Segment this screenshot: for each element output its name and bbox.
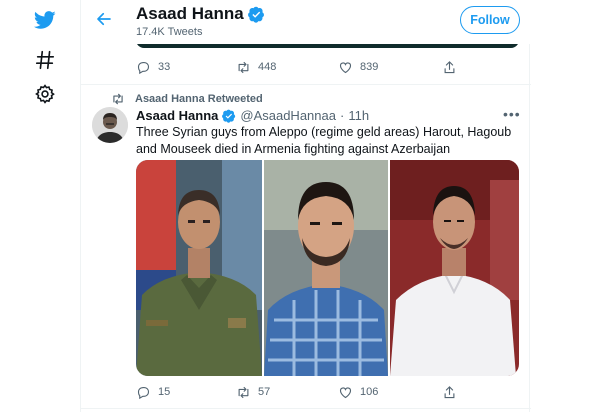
- verified-badge-icon: [247, 6, 264, 23]
- tweet-divider: [81, 408, 531, 409]
- tweet-text: Three Syrian guys from Aleppo (regime ge…: [136, 125, 512, 156]
- separator-dot: ·: [339, 108, 345, 123]
- like-button[interactable]: 839: [338, 59, 442, 75]
- settings-icon[interactable]: [33, 82, 57, 106]
- reply-button[interactable]: 33: [136, 59, 236, 75]
- retweet-icon: [238, 61, 249, 73]
- heart-icon: [339, 386, 352, 398]
- like-count: 839: [360, 61, 379, 73]
- like-count: 106: [360, 386, 379, 398]
- tweet-timestamp[interactable]: 11h: [348, 108, 369, 123]
- reply-icon: [137, 386, 150, 399]
- avatar[interactable]: [92, 107, 128, 143]
- twitter-logo-icon[interactable]: [33, 8, 57, 32]
- tweet-actions: 15 57 106: [136, 384, 466, 400]
- profile-name-text: Asaad Hanna: [136, 4, 244, 23]
- tweet-photo-3[interactable]: [390, 160, 519, 376]
- retweet-context[interactable]: Asaad Hanna Retweeted: [111, 92, 263, 106]
- heart-icon: [339, 61, 352, 73]
- verified-badge-icon: [222, 109, 236, 123]
- author-handle[interactable]: @AsaadHannaa: [240, 108, 336, 123]
- retweet-button[interactable]: 448: [236, 59, 338, 75]
- share-button[interactable]: [442, 384, 457, 400]
- tweet-photo-2[interactable]: [264, 160, 388, 376]
- hashtag-icon[interactable]: [33, 48, 57, 72]
- tweet-count: 17.4K Tweets: [136, 26, 203, 38]
- retweet-icon: [238, 386, 249, 398]
- nav-rail: [0, 0, 88, 412]
- more-options-icon[interactable]: •••: [503, 106, 521, 122]
- reply-button[interactable]: 15: [136, 384, 236, 400]
- author-name[interactable]: Asaad Hanna: [136, 108, 218, 123]
- retweet-icon: [113, 93, 123, 105]
- share-icon: [444, 385, 455, 398]
- retweet-context-label: Asaad Hanna Retweeted: [135, 93, 263, 105]
- back-arrow-icon[interactable]: [93, 8, 115, 30]
- reply-count: 15: [158, 386, 171, 398]
- like-button[interactable]: 106: [338, 384, 442, 400]
- tweet-header: Asaad Hanna @AsaadHannaa · 11h: [136, 108, 369, 123]
- retweet-count: 448: [258, 61, 277, 73]
- share-icon: [444, 60, 455, 73]
- reply-icon: [137, 61, 150, 74]
- follow-button[interactable]: Follow: [460, 6, 520, 34]
- share-button[interactable]: [442, 59, 457, 75]
- profile-name: Asaad Hanna: [136, 4, 265, 24]
- tweet-photo-1[interactable]: [136, 160, 262, 376]
- tweet-media[interactable]: [136, 160, 519, 376]
- retweet-count: 57: [258, 386, 271, 398]
- timeline-column: Asaad Hanna 17.4K Tweets Follow 33 448 8…: [80, 0, 531, 412]
- tweet-divider: [81, 84, 531, 85]
- profile-header: Asaad Hanna 17.4K Tweets Follow: [81, 0, 531, 44]
- previous-tweet-actions: 33 448 839: [136, 59, 466, 75]
- retweet-button[interactable]: 57: [236, 384, 338, 400]
- reply-count: 33: [158, 61, 171, 73]
